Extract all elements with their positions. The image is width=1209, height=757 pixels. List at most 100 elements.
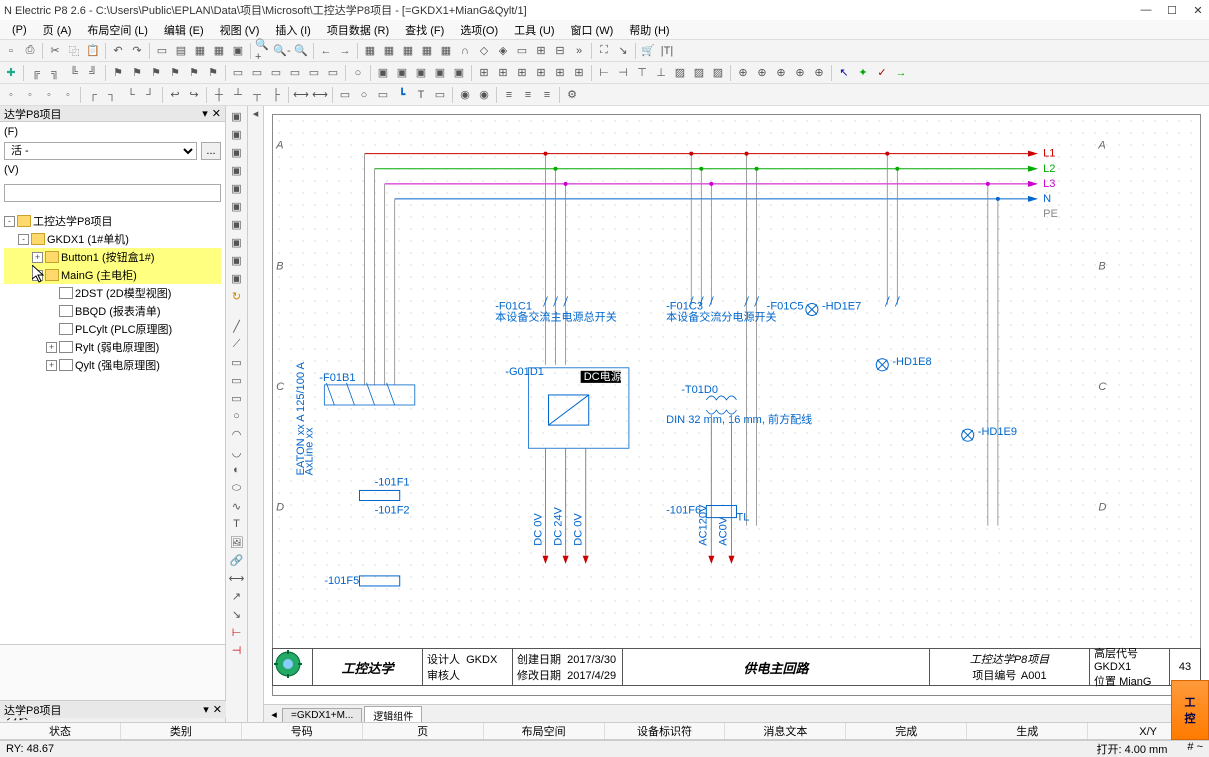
- menu-item[interactable]: 工具 (U): [506, 20, 562, 40]
- vt-line-icon[interactable]: ╱: [228, 318, 246, 334]
- vt-cube10-icon[interactable]: ▣: [228, 270, 246, 286]
- vt-dim3-icon[interactable]: ↘: [228, 606, 246, 622]
- minimize-button[interactable]: —: [1139, 3, 1153, 17]
- junc3-icon[interactable]: ┬: [248, 86, 266, 104]
- align1-icon[interactable]: ≡: [500, 86, 518, 104]
- new-icon[interactable]: ▫: [2, 42, 20, 60]
- expand-icon[interactable]: +: [32, 252, 43, 263]
- grid2-icon[interactable]: ⊞: [494, 64, 512, 82]
- expand-icon[interactable]: +: [46, 342, 57, 353]
- shape5-icon[interactable]: T: [412, 86, 430, 104]
- vt-cube7-icon[interactable]: ▣: [228, 216, 246, 232]
- vt-image-icon[interactable]: 🖼: [228, 534, 246, 550]
- link4-icon[interactable]: ╝: [84, 64, 102, 82]
- filter-select[interactable]: 活 -: [4, 142, 197, 160]
- snap-icon[interactable]: ▦: [361, 42, 379, 60]
- vt-arc2-icon[interactable]: ◡: [228, 444, 246, 460]
- comp5-icon[interactable]: ▣: [450, 64, 468, 82]
- net-icon[interactable]: ⊞: [532, 42, 550, 60]
- vt-rect3-icon[interactable]: ▭: [228, 390, 246, 406]
- hatch3-icon[interactable]: ▨: [709, 64, 727, 82]
- text-cursor-icon[interactable]: |T|: [658, 42, 676, 60]
- wire1-icon[interactable]: ⊢: [595, 64, 613, 82]
- snap3-icon[interactable]: ▦: [399, 42, 417, 60]
- tree-node[interactable]: +Button1 (按钮盒1#): [4, 248, 221, 266]
- t3-1-icon[interactable]: ◦: [2, 86, 20, 104]
- page-icon[interactable]: ▤: [172, 42, 190, 60]
- expand-icon[interactable]: -: [18, 234, 29, 245]
- arrow-left-icon[interactable]: ←: [317, 42, 335, 60]
- arrow-right-icon[interactable]: →: [336, 42, 354, 60]
- menu-item[interactable]: (P): [4, 22, 35, 38]
- box4-icon[interactable]: ▭: [286, 64, 304, 82]
- vt-cube6-icon[interactable]: ▣: [228, 198, 246, 214]
- flag4-icon[interactable]: ⚑: [166, 64, 184, 82]
- label1-icon[interactable]: ◉: [456, 86, 474, 104]
- box6-icon[interactable]: ▭: [324, 64, 342, 82]
- box-icon[interactable]: ▭: [513, 42, 531, 60]
- grid3-icon[interactable]: ⊞: [513, 64, 531, 82]
- vt-rect-icon[interactable]: ▭: [228, 354, 246, 370]
- grid1-icon[interactable]: ⊞: [475, 64, 493, 82]
- printer-icon[interactable]: ⎙: [21, 42, 39, 60]
- wire2-icon[interactable]: ⊣: [614, 64, 632, 82]
- junc2-icon[interactable]: ┴: [229, 86, 247, 104]
- vt-cube8-icon[interactable]: ▣: [228, 234, 246, 250]
- shape6-icon[interactable]: ▭: [431, 86, 449, 104]
- grid6-icon[interactable]: ⊞: [570, 64, 588, 82]
- menu-item[interactable]: 页 (A): [35, 20, 80, 40]
- shape4-icon[interactable]: ┗: [393, 86, 411, 104]
- vt-polyline-icon[interactable]: ⟋: [228, 336, 246, 352]
- vt-text-icon[interactable]: T: [228, 516, 246, 532]
- msg-pin-icon[interactable]: ▾: [203, 703, 209, 716]
- flag2-icon[interactable]: ⚑: [128, 64, 146, 82]
- col-generate[interactable]: 生成: [967, 723, 1088, 739]
- menu-item[interactable]: 选项(O): [452, 20, 506, 40]
- cart-icon[interactable]: 🛒: [639, 42, 657, 60]
- menu-item[interactable]: 窗口 (W): [562, 20, 621, 40]
- close-button[interactable]: ✕: [1191, 3, 1205, 17]
- tab-scroll-left-icon[interactable]: ◂: [268, 708, 280, 721]
- box5-icon[interactable]: ▭: [305, 64, 323, 82]
- corner1-icon[interactable]: ┌: [84, 86, 102, 104]
- expand-icon[interactable]: -: [32, 270, 43, 281]
- vt-cube2-icon[interactable]: ▣: [228, 126, 246, 142]
- vt-refresh-icon[interactable]: ↻: [228, 288, 246, 304]
- flag1-icon[interactable]: ⚑: [109, 64, 127, 82]
- dim2-icon[interactable]: ⟷: [311, 86, 329, 104]
- schematic-canvas[interactable]: L1 L2 L3 N PE: [264, 106, 1209, 704]
- window-icon[interactable]: ▭: [153, 42, 171, 60]
- col-number[interactable]: 号码: [242, 723, 363, 739]
- pointer-icon[interactable]: ↖: [835, 64, 853, 82]
- menu-item[interactable]: 项目数据 (R): [319, 20, 397, 40]
- panel-pin-icon[interactable]: ▾: [202, 107, 208, 120]
- shape1-icon[interactable]: ▭: [336, 86, 354, 104]
- t3-break-icon[interactable]: ↩: [166, 86, 184, 104]
- vt-red1-icon[interactable]: ⊢: [228, 624, 246, 640]
- zoom-in-icon[interactable]: 🔍+: [254, 42, 272, 60]
- conn4-icon[interactable]: ⊕: [791, 64, 809, 82]
- tree-node[interactable]: -MainG (主电柜): [4, 266, 221, 284]
- conn5-icon[interactable]: ⊕: [810, 64, 828, 82]
- junc4-icon[interactable]: ├: [267, 86, 285, 104]
- symbol2-icon[interactable]: ◈: [494, 42, 512, 60]
- expand-icon[interactable]: +: [46, 360, 57, 371]
- gutter-left-icon[interactable]: ◂: [249, 106, 263, 120]
- menu-item[interactable]: 插入 (I): [267, 20, 318, 40]
- menu-item[interactable]: 查找 (F): [397, 20, 452, 40]
- gear2-icon[interactable]: ⚙: [563, 86, 581, 104]
- t3-break2-icon[interactable]: ↪: [185, 86, 203, 104]
- net2-icon[interactable]: ⊟: [551, 42, 569, 60]
- menu-item[interactable]: 帮助 (H): [621, 20, 677, 40]
- vt-cube5-icon[interactable]: ▣: [228, 180, 246, 196]
- col-status[interactable]: 状态: [0, 723, 121, 739]
- flag6-icon[interactable]: ⚑: [204, 64, 222, 82]
- box2-icon[interactable]: ▭: [248, 64, 266, 82]
- grid5-icon[interactable]: ⊞: [551, 64, 569, 82]
- flag5-icon[interactable]: ⚑: [185, 64, 203, 82]
- vt-arc-icon[interactable]: ◠: [228, 426, 246, 442]
- symbol-icon[interactable]: ◇: [475, 42, 493, 60]
- vt-dim2-icon[interactable]: ↗: [228, 588, 246, 604]
- tree-node[interactable]: BBQD (报表清单): [4, 302, 221, 320]
- arrow2-icon[interactable]: →: [892, 64, 910, 82]
